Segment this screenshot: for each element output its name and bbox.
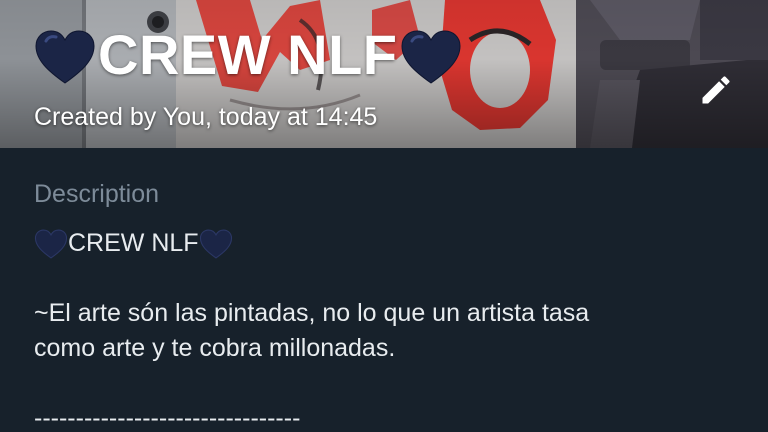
group-created-subtitle: Created by You, today at 14:45 bbox=[34, 103, 378, 131]
edit-button[interactable] bbox=[690, 64, 742, 116]
description-title: CREW NLF bbox=[68, 229, 199, 257]
blue-heart-icon bbox=[34, 29, 96, 85]
group-title: CREW NLF bbox=[34, 22, 462, 87]
description-label: Description bbox=[34, 180, 160, 208]
pencil-icon bbox=[702, 76, 730, 104]
description-title-line: CREW NLF bbox=[34, 226, 744, 261]
description-line: ~El arte són las pintadas, no lo que un … bbox=[34, 299, 590, 327]
description-line-blank bbox=[34, 261, 744, 296]
description-line: como arte y te cobra millonadas. bbox=[34, 334, 396, 362]
group-title-text: CREW NLF bbox=[98, 23, 398, 86]
blue-heart-icon bbox=[199, 229, 233, 259]
group-info-screen: CREW NLF Created by You, today at 14:45 … bbox=[0, 0, 768, 432]
group-header: CREW NLF Created by You, today at 14:45 bbox=[0, 0, 768, 148]
group-info-panel: Description CREW NLF ~El arte són las pi… bbox=[0, 148, 768, 432]
blue-heart-icon bbox=[34, 229, 68, 259]
blue-heart-icon bbox=[400, 29, 462, 85]
description-divider-line: -------------------------------- bbox=[34, 404, 301, 432]
description-line bbox=[34, 366, 744, 401]
description-text[interactable]: CREW NLF ~El arte són las pintadas, no l… bbox=[34, 226, 744, 432]
